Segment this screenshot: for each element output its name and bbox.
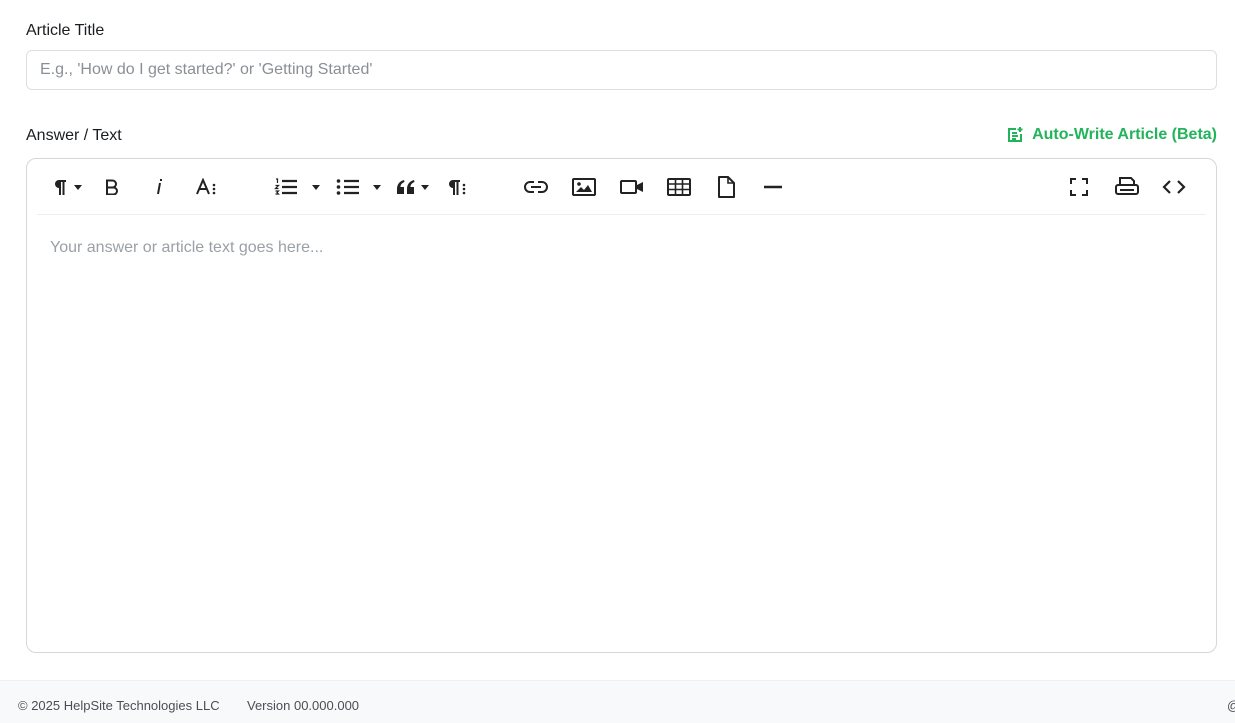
article-editor-page: Article Title Answer / Text Auto-Write A… [0,0,1235,723]
italic-icon [157,179,162,195]
pilcrow-icon [55,180,66,195]
ordered-list-button[interactable] [273,173,299,201]
code-view-button[interactable] [1161,173,1187,201]
print-button[interactable] [1114,173,1140,201]
font-size-icon [196,178,216,195]
unordered-list-icon [336,179,359,195]
footer-version: Version 00.000.000 [247,698,360,713]
font-size-button[interactable] [195,173,219,201]
image-icon [572,178,596,196]
rich-text-editor: Your answer or article text goes here... [26,158,1217,653]
chevron-down-icon [421,184,429,190]
footer-right-link[interactable]: @ [1227,698,1235,713]
page-footer: © 2025 HelpSite Technologies LLC Version… [0,680,1235,723]
insert-file-button[interactable] [715,173,737,201]
unordered-list-caret[interactable] [372,173,382,201]
bold-button[interactable] [101,173,123,201]
insert-video-button[interactable] [619,173,645,201]
answer-text-label: Answer / Text [26,127,122,144]
link-icon [524,181,548,193]
fullscreen-icon [1070,178,1088,196]
fullscreen-button[interactable] [1068,173,1090,201]
file-icon [718,176,735,198]
chevron-down-icon [74,184,82,190]
print-icon [1115,177,1139,195]
chevron-down-icon [373,184,381,190]
ordered-list-caret[interactable] [311,173,321,201]
table-icon [667,178,691,196]
italic-button[interactable] [149,173,169,201]
article-title-input[interactable] [26,50,1217,90]
chevron-down-icon [312,184,320,190]
horizontal-line-icon [764,185,782,189]
editor-toolbar [37,159,1206,215]
quote-button[interactable] [395,173,417,201]
ordered-list-icon [274,178,297,195]
article-title-label: Article Title [26,22,105,39]
bold-icon [106,179,118,195]
horizontal-line-button[interactable] [762,173,784,201]
editor-placeholder: Your answer or article text goes here... [50,239,324,256]
paragraph-style-button[interactable] [445,173,469,201]
unordered-list-button[interactable] [335,173,361,201]
paragraph-style-icon [449,180,466,195]
insert-link-button[interactable] [523,173,549,201]
insert-image-button[interactable] [571,173,597,201]
auto-write-article-button[interactable]: Auto-Write Article (Beta) [1006,126,1217,144]
code-icon [1162,180,1186,194]
paragraph-format-button[interactable] [51,173,69,201]
paragraph-format-caret[interactable] [73,173,83,201]
video-icon [620,180,643,194]
quote-caret[interactable] [420,173,430,201]
editor-content-area[interactable]: Your answer or article text goes here... [50,239,323,257]
auto-write-label: Auto-Write Article (Beta) [1032,126,1217,143]
auto-write-icon [1006,126,1024,144]
quote-icon [397,180,415,194]
insert-table-button[interactable] [666,173,692,201]
footer-copyright: © 2025 HelpSite Technologies LLC [18,698,220,713]
